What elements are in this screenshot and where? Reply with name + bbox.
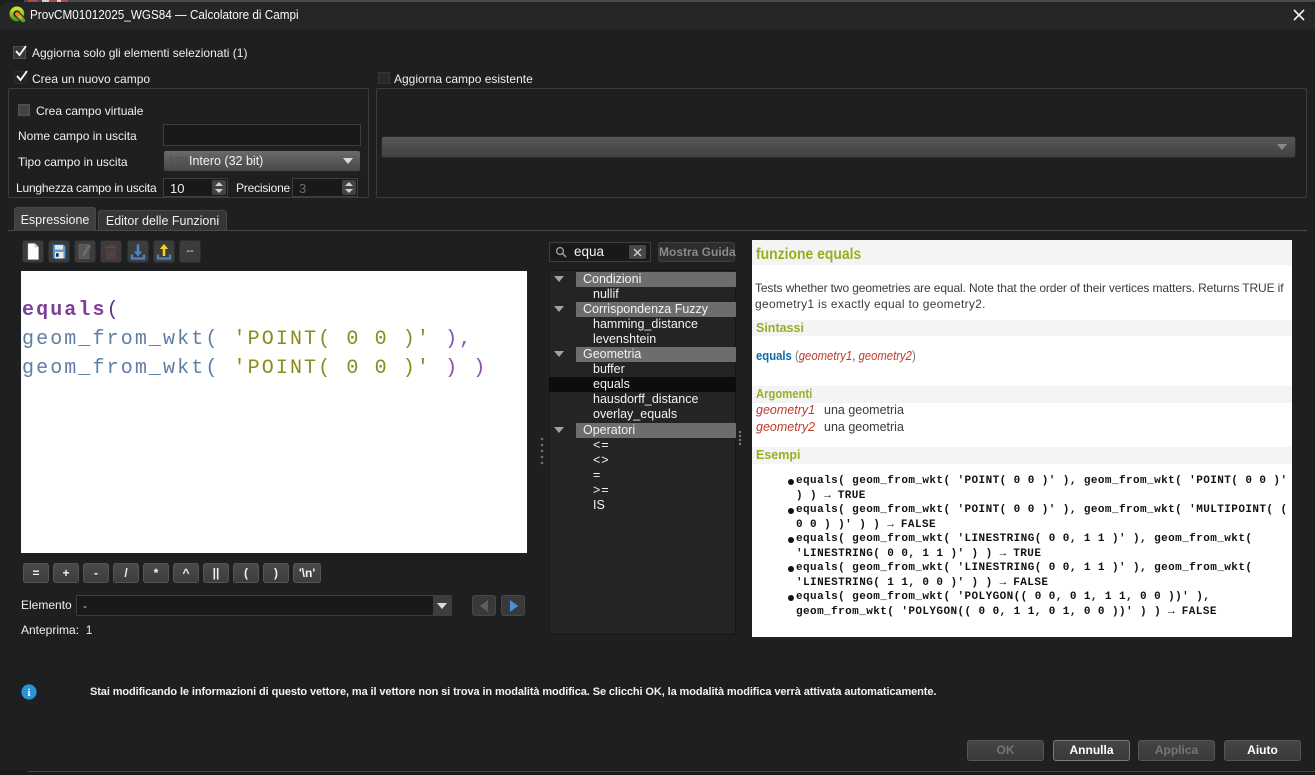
svg-text:i: i [27,687,30,699]
